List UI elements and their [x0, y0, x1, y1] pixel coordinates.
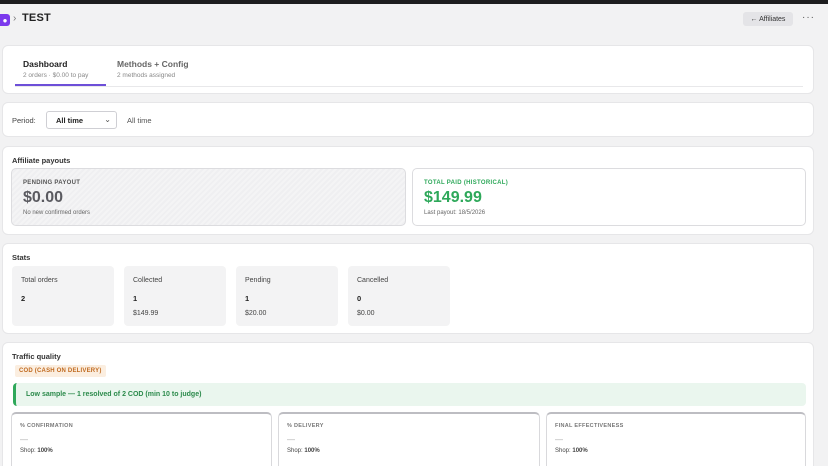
- stat-amount: $0.00: [357, 310, 375, 317]
- page-title: TEST: [22, 12, 51, 24]
- affiliate-payouts-card: Affiliate payouts PENDING PAYOUT $0.00 N…: [2, 146, 814, 235]
- tab-methods-config[interactable]: Methods + Config 2 methods assigned: [117, 59, 189, 79]
- cod-badge: COD (CASH ON DELIVERY): [15, 365, 106, 377]
- low-sample-banner: Low sample — 1 resolved of 2 COD (min 10…: [13, 383, 806, 406]
- stats-card: Stats Total orders 2 Collected 1 $149.99…: [2, 243, 814, 334]
- stat-label: Collected: [133, 277, 163, 284]
- metric-delivery: % DELIVERY — Shop: 100%: [278, 412, 540, 466]
- metric-label: % DELIVERY: [287, 423, 324, 429]
- stat-label: Pending: [245, 277, 271, 284]
- stat-collected: Collected 1 $149.99: [124, 266, 226, 326]
- traffic-quality-card: Traffic quality COD (CASH ON DELIVERY) L…: [2, 342, 814, 466]
- traffic-quality-title: Traffic quality: [12, 352, 61, 361]
- pending-payout-box: PENDING PAYOUT $0.00 No new confirmed or…: [11, 168, 406, 226]
- metric-value: —: [20, 435, 28, 444]
- metric-value: —: [555, 435, 563, 444]
- period-display: All time: [127, 116, 152, 125]
- stat-value: 1: [245, 294, 250, 303]
- total-paid-label: TOTAL PAID (HISTORICAL): [424, 180, 509, 186]
- stat-label: Cancelled: [357, 277, 389, 284]
- stat-amount: $20.00: [245, 310, 267, 317]
- period-select[interactable]: All time ⌄: [46, 111, 117, 129]
- metric-shop: Shop: 100%: [20, 448, 53, 454]
- breadcrumb-chevron-icon: ›: [13, 13, 17, 24]
- chevron-down-icon: ⌄: [104, 115, 111, 124]
- period-select-value: All time: [56, 115, 84, 125]
- metric-confirmation: % CONFIRMATION — Shop: 100%: [11, 412, 272, 466]
- metric-shop: Shop: 100%: [555, 448, 588, 454]
- pending-payout-note: No new confirmed orders: [23, 210, 91, 216]
- affiliate-payouts-title: Affiliate payouts: [12, 156, 71, 165]
- metric-shop: Shop: 100%: [287, 448, 320, 454]
- period-card: Period: All time ⌄ All time: [2, 102, 814, 137]
- stat-value: 2: [21, 294, 26, 303]
- metric-value: —: [287, 435, 295, 444]
- top-bar: ● › TEST ← Affiliates ···: [0, 4, 828, 36]
- stat-pending: Pending 1 $20.00: [236, 266, 338, 326]
- back-to-affiliates-button[interactable]: ← Affiliates: [743, 12, 793, 26]
- tab-divider: [15, 86, 803, 87]
- stat-amount: $149.99: [133, 310, 159, 317]
- tab-dashboard-label: Dashboard: [23, 59, 68, 69]
- stat-total-orders: Total orders 2: [12, 266, 114, 326]
- stat-label: Total orders: [21, 277, 58, 284]
- total-paid-amount: $149.99: [424, 189, 482, 206]
- last-payout-note: Last payout: 18/5/2026: [424, 210, 486, 216]
- metric-final-effectiveness: FINAL EFFECTIVENESS — Shop: 100%: [546, 412, 806, 466]
- total-paid-box: TOTAL PAID (HISTORICAL) $149.99 Last pay…: [412, 168, 806, 226]
- pending-payout-label: PENDING PAYOUT: [23, 180, 81, 186]
- tab-dashboard[interactable]: Dashboard 2 orders · $0.00 to pay: [23, 59, 88, 79]
- metric-label: FINAL EFFECTIVENESS: [555, 423, 624, 429]
- more-horizontal-icon[interactable]: ···: [802, 12, 815, 23]
- stats-title: Stats: [12, 253, 31, 262]
- tabs-card: Dashboard 2 orders · $0.00 to pay Method…: [2, 45, 814, 94]
- tab-methods-config-subtitle: 2 methods assigned: [117, 72, 176, 79]
- pending-payout-amount: $0.00: [23, 189, 64, 206]
- stat-cancelled: Cancelled 0 $0.00: [348, 266, 450, 326]
- metric-label: % CONFIRMATION: [20, 423, 73, 429]
- stat-value: 1: [133, 294, 138, 303]
- active-tab-indicator: [15, 84, 106, 86]
- stat-value: 0: [357, 294, 362, 303]
- period-label: Period:: [12, 116, 36, 125]
- app-logo-icon[interactable]: ●: [0, 14, 10, 26]
- tab-dashboard-subtitle: 2 orders · $0.00 to pay: [23, 72, 89, 79]
- tab-methods-config-label: Methods + Config: [117, 59, 189, 69]
